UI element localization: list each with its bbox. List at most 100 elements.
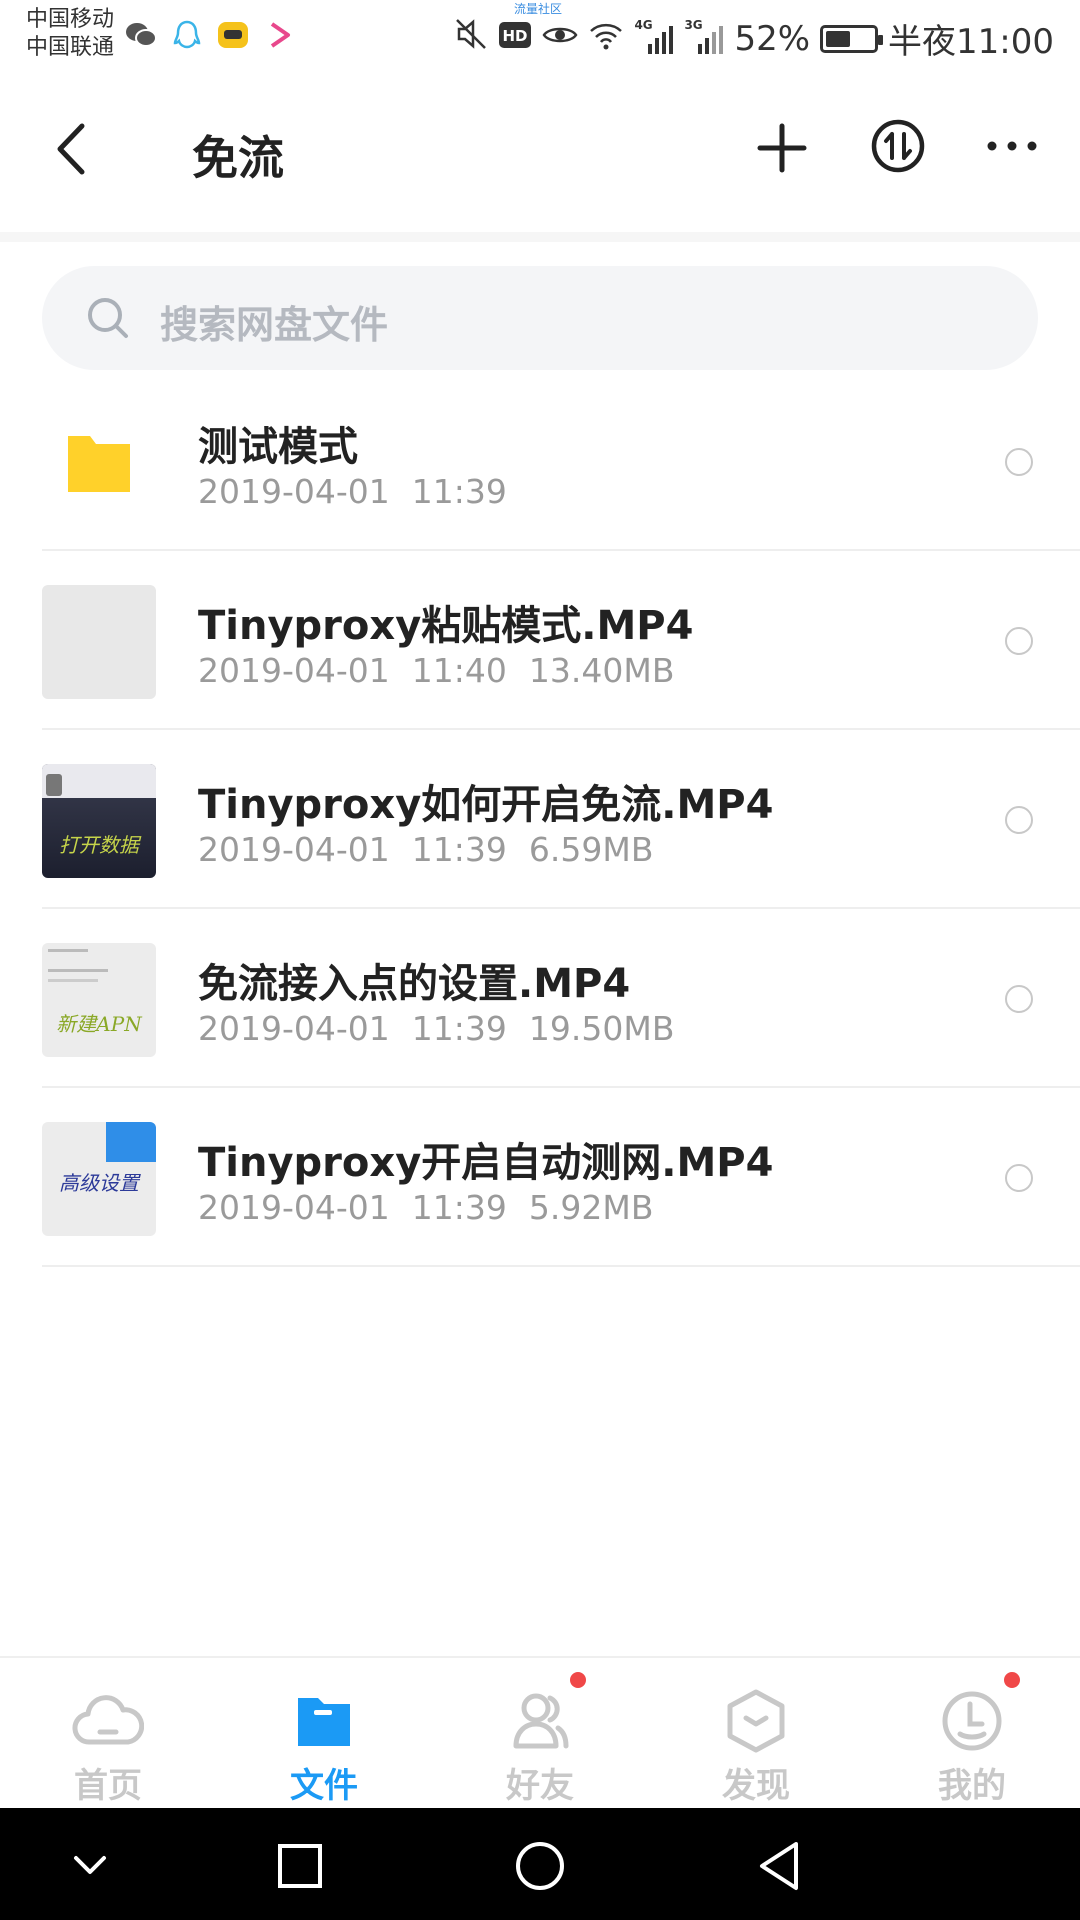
folder-icon (298, 1698, 350, 1746)
tab-label: 发现 (722, 1766, 790, 1806)
tab-label: 好友 (506, 1766, 574, 1806)
file-meta: 2019-04-01 11:39 5.92MB (198, 1188, 675, 1227)
transfer-icon (871, 119, 925, 173)
file-meta: 2019-04-01 11:39 (198, 472, 529, 511)
file-size: 19.50MB (528, 1009, 675, 1048)
page-title: 免流 (192, 131, 284, 185)
file-time: 11:39 (411, 830, 507, 869)
thumb-caption: 打开数据 (59, 833, 139, 857)
file-row[interactable]: 打开数据 Tinyproxy如何开启免流.MP4 2019-04-01 11:39… (42, 730, 1080, 909)
hd-icon: HD (498, 19, 532, 59)
tab-profile[interactable]: 我的 (864, 1658, 1080, 1808)
file-meta: 2019-04-01 11:39 6.59MB (198, 830, 675, 869)
file-list: 测试模式 2019-04-01 11:39 Tinyproxy粘贴模式.MP4 2… (0, 372, 1080, 1267)
file-size: 6.59MB (528, 830, 654, 869)
battery-icon (820, 24, 884, 53)
search-icon (88, 298, 128, 338)
file-size: 13.40MB (528, 651, 675, 690)
tab-home[interactable]: 首页 (0, 1658, 216, 1808)
svg-text:HD: HD (503, 27, 528, 45)
wechat-icon (124, 18, 158, 52)
file-date: 2019-04-01 (198, 830, 390, 869)
tab-label: 首页 (74, 1766, 142, 1806)
carrier-info: 中国移动 中国联通 (26, 6, 114, 62)
back-triangle-icon[interactable] (752, 1838, 808, 1894)
car-app-icon (216, 18, 250, 52)
file-meta: 2019-04-01 11:39 19.50MB (198, 1009, 696, 1048)
bottom-tab-bar: 首页 文件 好友 发现 我的 (0, 1656, 1080, 1808)
file-row[interactable]: 新建APN 免流接入点的设置.MP4 2019-04-01 11:39 19.50M… (42, 909, 1080, 1088)
mute-icon (454, 17, 488, 60)
recents-square-icon[interactable] (272, 1838, 328, 1894)
tab-label: 文件 (290, 1766, 358, 1806)
status-bar: 中国移动 中国联通 流量社区 HD 4G 3G 52% 半夜11:00 (0, 0, 1080, 74)
file-date: 2019-04-01 (198, 1009, 390, 1048)
search-placeholder: 搜索网盘文件 (160, 303, 389, 347)
app-header: 免流 (0, 74, 1080, 234)
select-radio[interactable] (1005, 448, 1033, 476)
file-time: 11:40 (411, 651, 507, 690)
chevron-down-icon[interactable] (62, 1838, 118, 1894)
system-indicators: HD 4G 3G 52% 半夜11:00 (454, 14, 1054, 63)
notification-badge (570, 1672, 586, 1688)
system-navigation-bar (0, 1808, 1080, 1920)
select-radio[interactable] (1005, 1164, 1033, 1192)
more-button[interactable] (984, 118, 1040, 174)
file-time: 11:39 (411, 472, 507, 511)
search-input[interactable]: 搜索网盘文件 (42, 266, 1038, 370)
transfer-list-button[interactable] (870, 118, 926, 174)
network-4g-label: 4G (634, 17, 653, 32)
video-thumbnail: 打开数据 (42, 764, 156, 878)
file-time: 11:39 (411, 1188, 507, 1227)
file-name: Tinyproxy如何开启免流.MP4 (198, 782, 774, 828)
friends-icon (513, 1693, 569, 1749)
home-circle-icon[interactable] (512, 1838, 568, 1894)
add-button[interactable] (752, 118, 812, 178)
file-meta: 2019-04-01 11:40 13.40MB (198, 651, 696, 690)
tab-files[interactable]: 文件 (216, 1658, 432, 1808)
file-name: Tinyproxy开启自动测网.MP4 (198, 1140, 774, 1186)
more-dots-icon (987, 141, 1037, 151)
file-row[interactable]: Tinyproxy粘贴模式.MP4 2019-04-01 11:40 13.40MB (42, 551, 1080, 730)
video-thumbnail: 高级设置 (42, 1122, 156, 1236)
plus-icon (757, 123, 807, 173)
battery-percent: 52% (734, 18, 811, 59)
wifi-icon (588, 19, 624, 59)
qq-icon (170, 18, 204, 52)
header-divider (0, 232, 1080, 242)
video-thumbnail (42, 585, 156, 699)
tab-label: 我的 (938, 1766, 1006, 1806)
carrier-2: 中国联通 (26, 35, 115, 60)
select-radio[interactable] (1005, 985, 1033, 1013)
file-size: 5.92MB (528, 1188, 654, 1227)
tab-discover[interactable]: 发现 (648, 1658, 864, 1808)
video-thumbnail: 新建APN (42, 943, 156, 1057)
cloud-icon (72, 1695, 144, 1745)
file-time: 11:39 (411, 1009, 507, 1048)
battery-fill (826, 30, 851, 47)
select-radio[interactable] (1005, 627, 1033, 655)
file-name: 免流接入点的设置.MP4 (198, 961, 631, 1007)
signal-4g-icon: 4G (634, 18, 674, 56)
thumb-caption: 高级设置 (59, 1171, 139, 1195)
select-radio[interactable] (1005, 806, 1033, 834)
notification-badge (1004, 1672, 1020, 1688)
clock: 半夜11:00 (888, 22, 1054, 62)
tab-friends[interactable]: 好友 (432, 1658, 648, 1808)
file-date: 2019-04-01 (198, 1188, 390, 1227)
notification-icons (124, 18, 296, 52)
file-date: 2019-04-01 (198, 472, 390, 511)
signal-3g-icon: 3G (684, 18, 724, 56)
video-app-icon (262, 18, 296, 52)
thumb-caption: 新建APN (56, 1012, 142, 1036)
file-date: 2019-04-01 (198, 651, 390, 690)
chevron-left-icon (57, 123, 85, 175)
file-name: 测试模式 (198, 424, 358, 470)
profile-icon (942, 1691, 1002, 1751)
back-button[interactable] (44, 114, 104, 184)
file-row[interactable]: 高级设置 Tinyproxy开启自动测网.MP4 2019-04-01 11:39… (42, 1088, 1080, 1267)
eye-icon (542, 19, 578, 59)
discover-icon (727, 1689, 785, 1753)
carrier-1: 中国移动 (26, 7, 115, 32)
file-row[interactable]: 测试模式 2019-04-01 11:39 (42, 372, 1080, 551)
